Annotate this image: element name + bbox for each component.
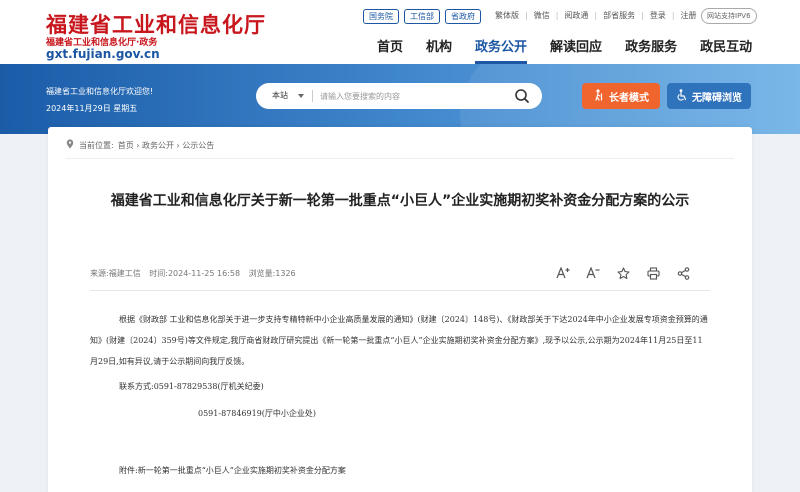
wheelchair-icon (676, 88, 688, 104)
top-links: 繁体版 | 微信 | 阅政通 | 部省服务 | 登录 | 注册 (495, 10, 697, 21)
search-box: 本站 (256, 83, 542, 109)
link-wechat[interactable]: 微信 (534, 10, 550, 21)
article-body: 根据《财政部 工业和信息化部关于进一步支持专精特新中小企业高质量发展的通知》(财… (90, 315, 708, 366)
article-title: 福建省工业和信息化厅关于新一轮第一批重点“小巨人”企业实施期初奖补资金分配方案的… (110, 193, 690, 209)
nav-gov-affairs-open[interactable]: 政务公开 (475, 36, 528, 64)
print-icon[interactable] (645, 266, 661, 280)
tag-miit[interactable]: 工信部 (404, 9, 440, 24)
elder-icon (593, 88, 605, 104)
article-views: 浏览量:1326 (248, 269, 296, 278)
divider (66, 158, 734, 159)
chevron-down-icon[interactable] (298, 94, 304, 98)
search-input[interactable] (320, 89, 500, 103)
font-increase-icon[interactable] (555, 266, 571, 280)
share-icon[interactable] (675, 266, 691, 280)
link-yuezhengtong[interactable]: 阅政通 (564, 10, 588, 21)
contact-info-1: 联系方式:0591-87829538(厅机关纪委) (119, 382, 264, 391)
search-divider (312, 90, 313, 102)
article-meta: 来源:福建工信 时间:2024-11-25 16:58 浏览量:1326 (90, 268, 296, 279)
nav-interpretation[interactable]: 解读回应 (550, 36, 602, 64)
font-decrease-icon[interactable] (585, 266, 601, 280)
link-login[interactable]: 登录 (650, 10, 666, 21)
article-tools (555, 266, 691, 280)
breadcrumb: 当前位置: 首页 › 政务公开 › 公示公告 (66, 139, 214, 151)
link-ministry-service[interactable]: 部省服务 (603, 10, 635, 21)
contact-info-2: 0591-87846919(厅中小企业处) (198, 409, 317, 418)
welcome-text: 福建省工业和信息化厅欢迎您! (46, 87, 154, 96)
accessible-label: 无障碍浏览 (692, 92, 742, 104)
tag-provincial-gov[interactable]: 省政府 (445, 9, 481, 24)
breadcrumb-label: 当前位置: (79, 140, 114, 150)
nav-organization[interactable]: 机构 (426, 36, 452, 64)
breadcrumb-path[interactable]: 首页 › 政务公开 › 公示公告 (118, 140, 215, 151)
ipv6-badge: 网站支持IPV6 (701, 8, 757, 24)
site-url: gxt.fujian.gov.cn (46, 47, 160, 61)
link-traditional[interactable]: 繁体版 (495, 10, 519, 21)
top-tags: 国务院 工信部 省政府 (363, 9, 481, 24)
nav-home[interactable]: 首页 (377, 36, 403, 64)
attachment-link[interactable]: 附件:新一轮第一批重点“小巨人”企业实施期初奖补资金分配方案 (119, 465, 346, 476)
article-card: 当前位置: 首页 › 政务公开 › 公示公告 福建省工业和信息化厅关于新一轮第一… (48, 127, 752, 492)
link-register[interactable]: 注册 (681, 10, 697, 21)
article-source: 来源:福建工信 (90, 269, 141, 278)
article-time: 时间:2024-11-25 16:58 (149, 269, 241, 278)
favorite-star-icon[interactable] (615, 266, 631, 280)
main-nav: 首页 机构 政务公开 解读回应 政务服务 政民互动 (377, 36, 775, 64)
elder-mode-button[interactable]: 长者模式 (582, 83, 660, 109)
current-date: 2024年11月29日 星期五 (46, 104, 138, 113)
accessible-browse-button[interactable]: 无障碍浏览 (667, 83, 751, 109)
divider (90, 290, 710, 291)
search-scope-select[interactable]: 本站 (272, 90, 288, 101)
search-icon[interactable] (514, 88, 530, 104)
site-header: 福建省工业和信息化厅 福建省工业和信息化厅·政务 gxt.fujian.gov.… (0, 0, 800, 64)
tag-state-council[interactable]: 国务院 (363, 9, 399, 24)
nav-interaction[interactable]: 政民互动 (700, 36, 752, 64)
banner: 福建省工业和信息化厅欢迎您! 2024年11月29日 星期五 本站 长者模式 无… (0, 64, 800, 134)
nav-gov-services[interactable]: 政务服务 (625, 36, 677, 64)
location-pin-icon (66, 139, 74, 151)
elder-mode-label: 长者模式 (609, 92, 649, 104)
